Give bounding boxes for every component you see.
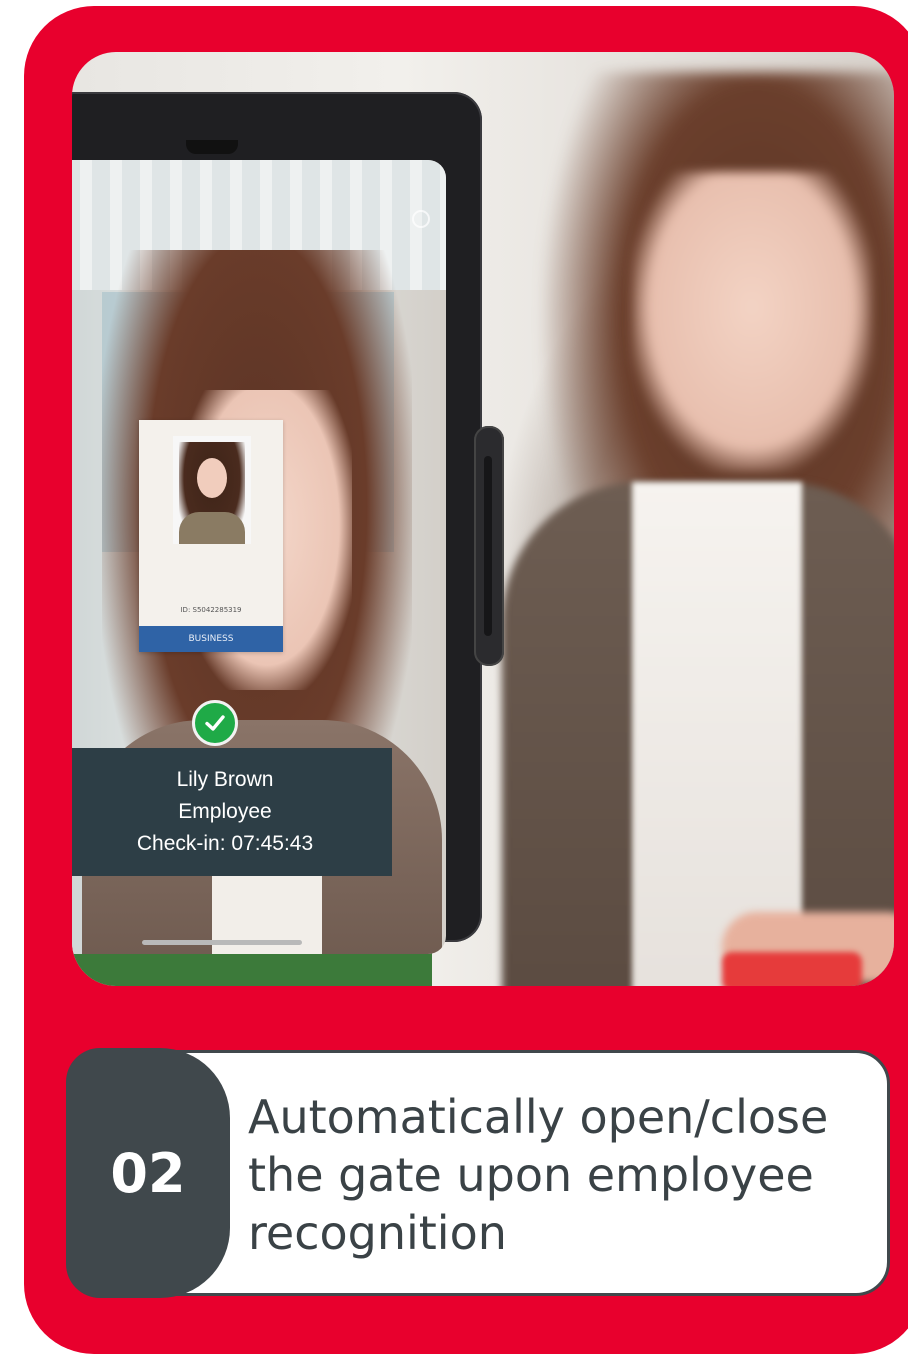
face-recognition-tablet: ID: S5042285319 BUSINESS Lily Brown Empl… [72,92,482,954]
background-phone [722,952,862,986]
caption-line-3: recognition [248,1206,507,1260]
tablet-screen: ID: S5042285319 BUSINESS Lily Brown Empl… [72,160,446,954]
camera-notch [186,140,238,154]
settings-dot-icon [412,210,430,228]
id-card: ID: S5042285319 BUSINESS [139,420,283,652]
check-circle-icon [192,700,238,746]
id-photo-face [197,458,227,498]
recognized-role: Employee [178,800,272,823]
id-card-band: BUSINESS [139,626,283,652]
background-person-face [632,172,872,472]
caption-text: Automatically open/close the gate upon e… [248,1088,868,1262]
tablet-side-mount [474,426,504,666]
hero-photo: ID: S5042285319 BUSINESS Lily Brown Empl… [72,52,894,986]
id-photo-suit [179,512,245,544]
caption-number: 02 [110,1141,186,1205]
caption-line-2: the gate upon employee [248,1148,814,1202]
id-card-number: ID: S5042285319 [180,606,242,614]
check-mark-icon [205,715,225,731]
checkin-time: Check-in: 07:45:43 [136,832,314,855]
recognition-info-box: Lily Brown Employee Check-in: 07:45:43 [72,748,392,876]
recognized-name: Lily Brown [176,768,274,791]
home-indicator [142,940,302,945]
background-person-shirt [632,482,802,986]
plant-floor [72,952,432,986]
caption-line-1: Automatically open/close [248,1090,829,1144]
id-card-photo [173,436,251,544]
